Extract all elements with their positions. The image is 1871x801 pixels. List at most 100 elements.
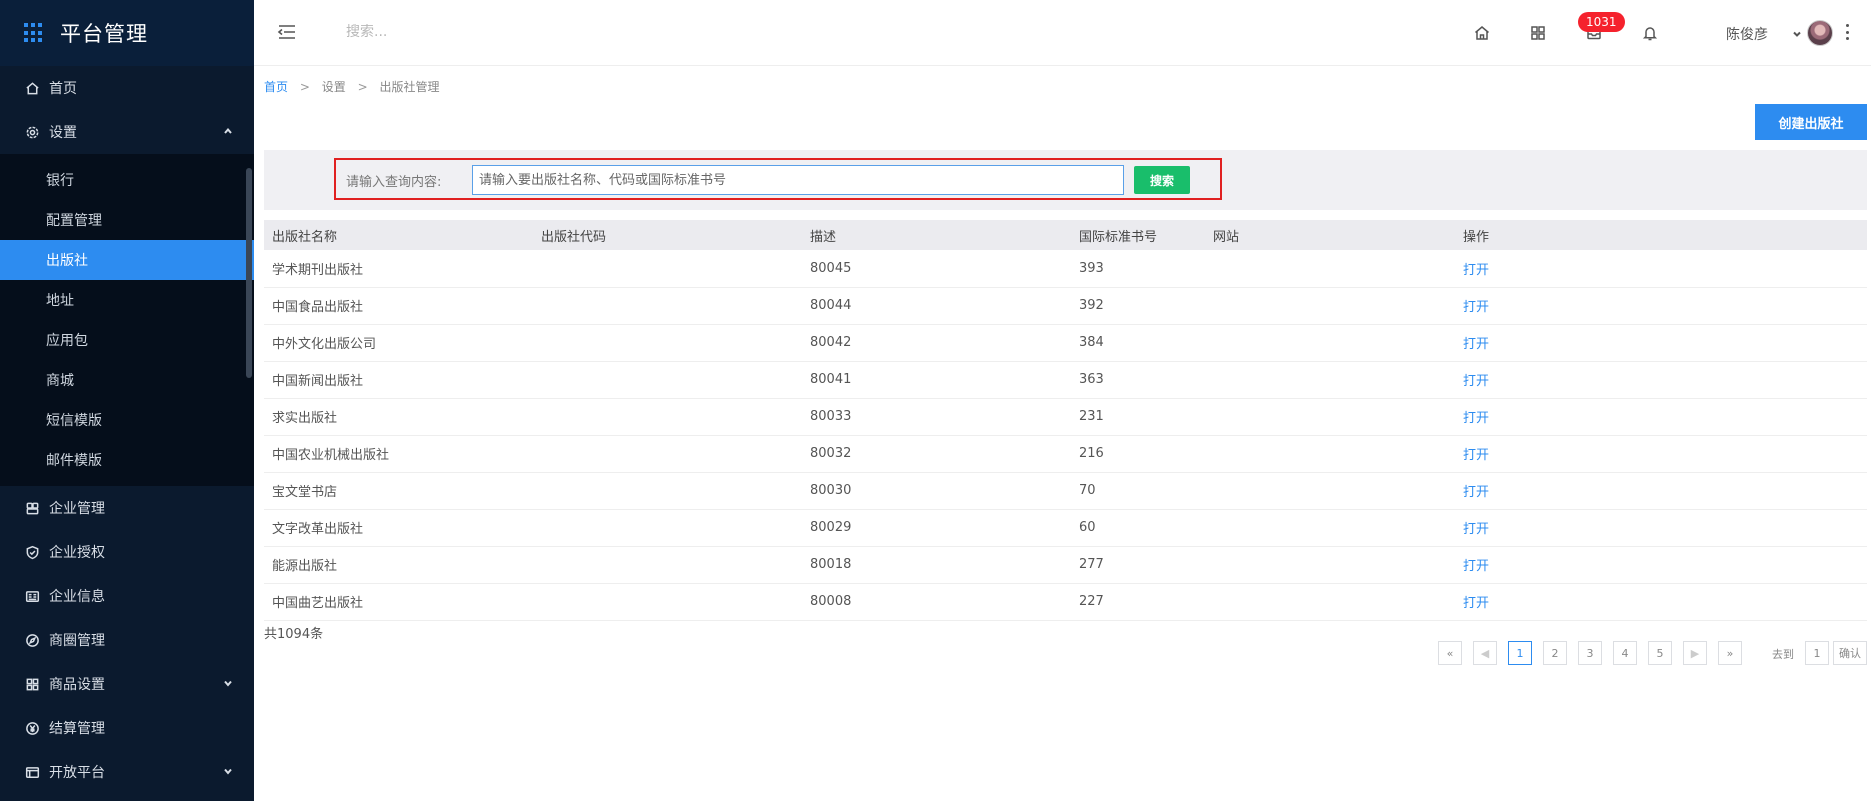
cell-website: [1205, 546, 1455, 584]
column-header-website[interactable]: 网站: [1205, 220, 1455, 250]
cell-name: 文字改革出版社: [264, 509, 533, 547]
open-link[interactable]: 打开: [1455, 324, 1867, 362]
header-search-input[interactable]: [346, 24, 546, 40]
home-icon: [24, 80, 40, 96]
main-content: 首页 > 设置 > 出版社管理 创建出版社 请输入查询内容: 搜索 出版社名称 …: [254, 66, 1871, 801]
sidebar-subitem-mall[interactable]: 商城: [0, 360, 254, 400]
page-button-2[interactable]: 2: [1543, 641, 1567, 665]
goto-page-input[interactable]: [1805, 641, 1829, 665]
open-link[interactable]: 打开: [1455, 287, 1867, 325]
page-button-3[interactable]: 3: [1578, 641, 1602, 665]
search-button[interactable]: 搜索: [1134, 166, 1190, 194]
home-icon[interactable]: [1473, 24, 1491, 42]
first-page-button[interactable]: «: [1438, 641, 1462, 665]
column-header-desc[interactable]: 描述: [802, 220, 1071, 250]
publisher-search-input[interactable]: [472, 165, 1124, 195]
publisher-table: 出版社名称 出版社代码 描述 国际标准书号 网站 操作 学术期刊出版社 8004…: [264, 220, 1867, 621]
more-icon[interactable]: [1844, 22, 1850, 42]
sidebar-item-enterprise[interactable]: 企业管理: [0, 486, 254, 530]
panel-icon: [24, 764, 40, 780]
sidebar-subitem-address[interactable]: 地址: [0, 280, 254, 320]
cell-desc: 80044: [802, 287, 1071, 325]
avatar[interactable]: [1807, 20, 1833, 46]
breadcrumb-separator: >: [357, 80, 368, 94]
sidebar-item-business-district[interactable]: 商圈管理: [0, 618, 254, 662]
username[interactable]: 陈俊彦: [1726, 24, 1768, 44]
create-publisher-button[interactable]: 创建出版社: [1755, 104, 1867, 140]
sidebar-item-settlement[interactable]: 结算管理: [0, 706, 254, 750]
cell-name: 学术期刊出版社: [264, 250, 533, 288]
table-row: 中国农业机械出版社 80032 216 打开: [264, 435, 1867, 473]
filter-highlight-box: 请输入查询内容: 搜索: [334, 158, 1222, 200]
grid-icon: [24, 676, 40, 692]
sidebar-item-label: 首页: [49, 81, 77, 97]
chevron-down-icon: [222, 677, 234, 689]
cell-website: [1205, 398, 1455, 436]
column-header-code[interactable]: 出版社代码: [533, 220, 802, 250]
column-header-name[interactable]: 出版社名称: [264, 220, 533, 250]
last-page-button[interactable]: »: [1718, 641, 1742, 665]
cell-code: [533, 287, 802, 325]
goto-confirm-button[interactable]: 确认: [1833, 641, 1867, 665]
sidebar-item-label: 企业管理: [49, 501, 105, 517]
table-row: 中国曲艺出版社 80008 227 打开: [264, 583, 1867, 621]
table-row: 学术期刊出版社 80045 393 打开: [264, 250, 1867, 288]
cell-desc: 80042: [802, 324, 1071, 362]
apps-icon[interactable]: [1529, 24, 1547, 42]
open-link[interactable]: 打开: [1455, 250, 1867, 288]
menu-toggle-icon[interactable]: [276, 22, 298, 42]
cell-name: 宝文堂书店: [264, 472, 533, 510]
sidebar-subitem-sms-template[interactable]: 短信模版: [0, 400, 254, 440]
table-row: 求实出版社 80033 231 打开: [264, 398, 1867, 436]
filter-label: 请输入查询内容:: [346, 175, 442, 190]
id-card-icon: [24, 588, 40, 604]
cell-website: [1205, 583, 1455, 621]
column-header-isbn[interactable]: 国际标准书号: [1071, 220, 1205, 250]
table-row: 宝文堂书店 80030 70 打开: [264, 472, 1867, 510]
open-link[interactable]: 打开: [1455, 398, 1867, 436]
cell-isbn: 216: [1071, 435, 1205, 473]
page-button-1[interactable]: 1: [1508, 641, 1532, 665]
sidebar-subitem-bank[interactable]: 银行: [0, 160, 254, 200]
sidebar-subitem-email-template[interactable]: 邮件模版: [0, 440, 254, 480]
table-row: 中国食品出版社 80044 392 打开: [264, 287, 1867, 325]
cell-isbn: 277: [1071, 546, 1205, 584]
cell-desc: 80045: [802, 250, 1071, 288]
breadcrumb-settings[interactable]: 设置: [322, 80, 346, 94]
sidebar-item-open-platform[interactable]: 开放平台: [0, 750, 254, 794]
open-link[interactable]: 打开: [1455, 435, 1867, 473]
sidebar-subitem-app-package[interactable]: 应用包: [0, 320, 254, 360]
open-link[interactable]: 打开: [1455, 546, 1867, 584]
sidebar-item-product-settings[interactable]: 商品设置: [0, 662, 254, 706]
open-link[interactable]: 打开: [1455, 583, 1867, 621]
sidebar-scrollbar[interactable]: [246, 168, 252, 378]
sidebar-item-home[interactable]: 首页: [0, 66, 254, 110]
prev-page-button[interactable]: ◀: [1473, 641, 1497, 665]
sidebar-subitem-config[interactable]: 配置管理: [0, 200, 254, 240]
sidebar-item-enterprise-info[interactable]: 企业信息: [0, 574, 254, 618]
open-link[interactable]: 打开: [1455, 509, 1867, 547]
sidebar: 平台管理 首页 设置 银行 配置管理 出版社 地址 应用包 商城 短信模版 邮件…: [0, 0, 254, 801]
settings-submenu: 银行 配置管理 出版社 地址 应用包 商城 短信模版 邮件模版: [0, 154, 254, 486]
next-page-button[interactable]: ▶: [1683, 641, 1707, 665]
apps-grid-icon: [24, 23, 44, 43]
cell-isbn: 60: [1071, 509, 1205, 547]
chevron-down-icon[interactable]: [1792, 28, 1802, 38]
bell-icon[interactable]: [1641, 24, 1659, 42]
gear-icon: [24, 124, 40, 140]
sidebar-item-label: 设置: [49, 125, 77, 141]
sidebar-item-settings[interactable]: 设置: [0, 110, 254, 154]
sidebar-item-authorization[interactable]: 企业授权: [0, 530, 254, 574]
page-button-5[interactable]: 5: [1648, 641, 1672, 665]
table-row: 能源出版社 80018 277 打开: [264, 546, 1867, 584]
breadcrumb-home-link[interactable]: 首页: [264, 80, 288, 94]
table-row: 文字改革出版社 80029 60 打开: [264, 509, 1867, 547]
cell-desc: 80030: [802, 472, 1071, 510]
sidebar-subitem-publisher[interactable]: 出版社: [0, 240, 254, 280]
cell-website: [1205, 361, 1455, 399]
cell-name: 中外文化出版公司: [264, 324, 533, 362]
open-link[interactable]: 打开: [1455, 361, 1867, 399]
page-button-4[interactable]: 4: [1613, 641, 1637, 665]
open-link[interactable]: 打开: [1455, 472, 1867, 510]
cell-desc: 80018: [802, 546, 1071, 584]
